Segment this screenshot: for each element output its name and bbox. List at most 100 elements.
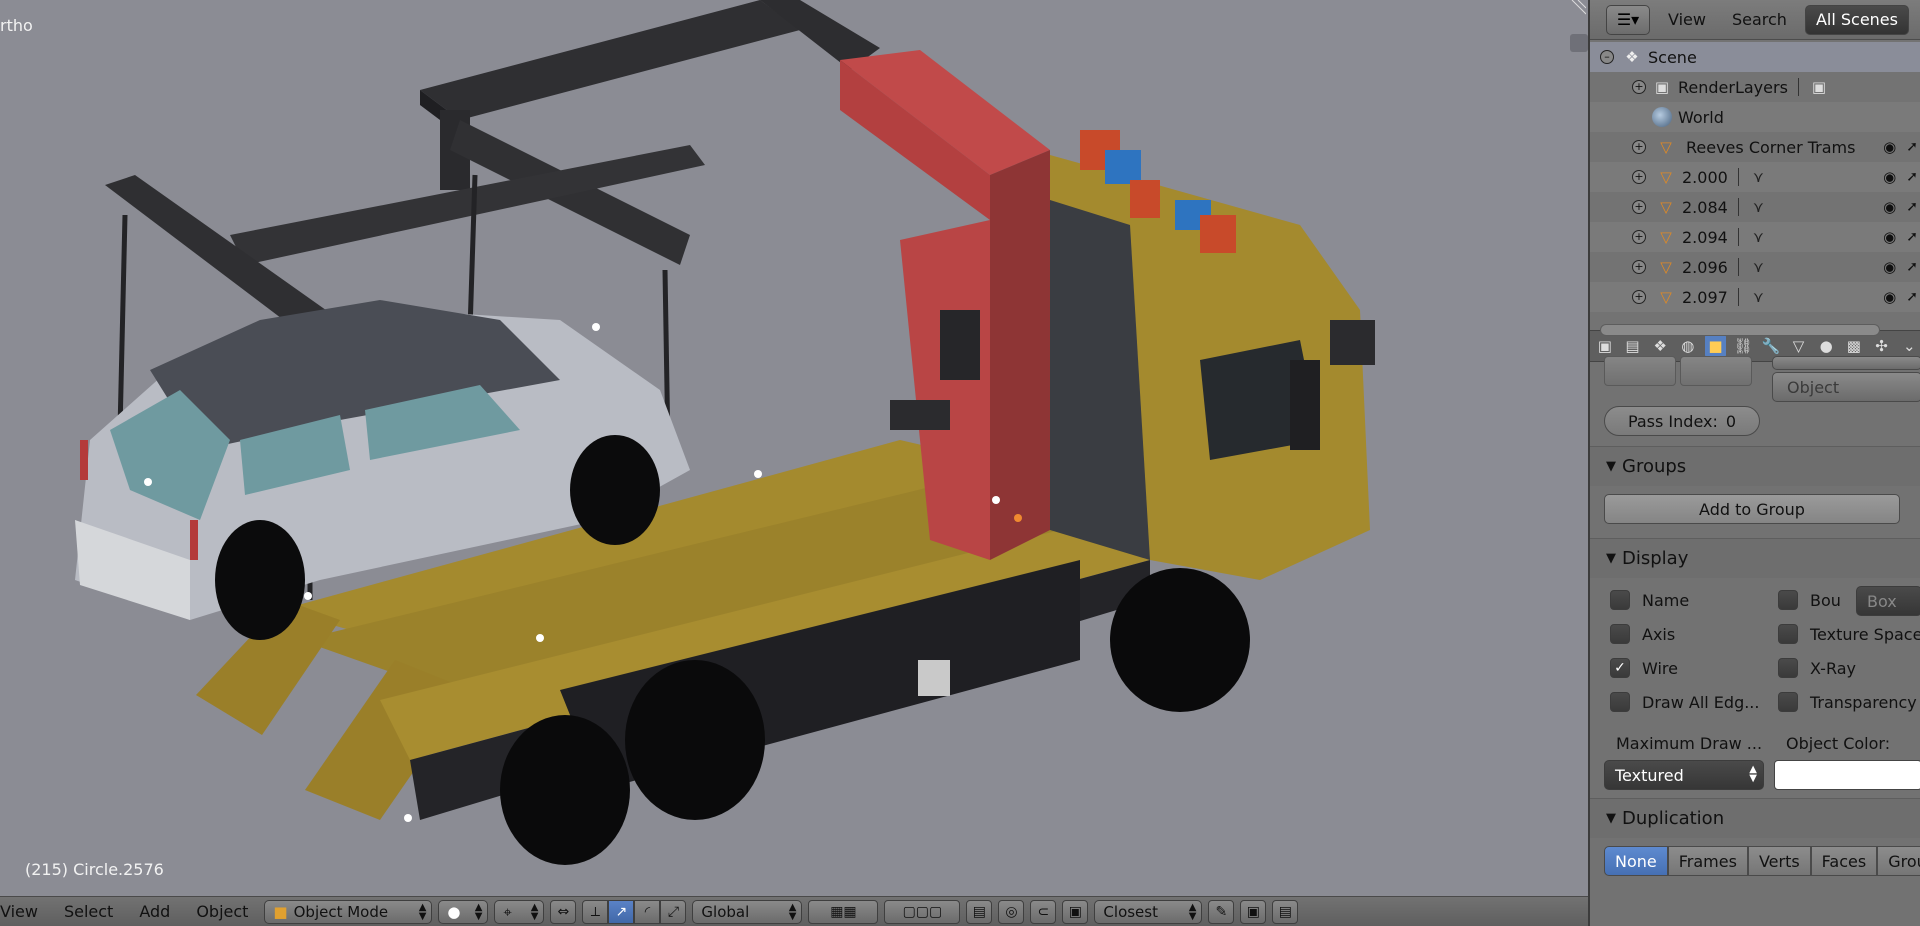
tow-truck-scene[interactable] <box>0 0 1588 896</box>
menu-object[interactable]: Object <box>186 898 258 926</box>
object-color-label: Object Color: <box>1786 734 1891 753</box>
render-opengl-icon[interactable]: ▣ <box>1240 899 1267 924</box>
duplication-verts-tab[interactable]: Verts <box>1747 846 1811 876</box>
manipulator-axes-icon[interactable]: ⟂ <box>582 899 609 924</box>
selectable-pointer-icon[interactable]: ➚ <box>1906 259 1918 275</box>
name-checkbox[interactable]: Name <box>1610 590 1689 610</box>
manipulator-toggle-icon[interactable]: ⇔ <box>550 899 577 924</box>
menu-view[interactable]: View <box>0 898 48 926</box>
checkbox-box[interactable] <box>1778 624 1798 644</box>
scale-manipulator-icon[interactable]: ⤢ <box>660 899 687 924</box>
checkbox-box[interactable] <box>1610 590 1630 610</box>
transparency-checkbox[interactable]: Transparency <box>1778 692 1917 712</box>
bounds-type-dropdown[interactable]: Box <box>1856 586 1920 616</box>
checkbox-label: Texture Space <box>1810 624 1920 644</box>
expand-icon[interactable]: + <box>1632 80 1646 94</box>
selectable-pointer-icon[interactable]: ➚ <box>1906 199 1918 215</box>
rotate-manipulator-icon[interactable]: ◜ <box>634 899 661 924</box>
toolshelf-toggle-button[interactable] <box>1570 34 1588 52</box>
expand-icon[interactable]: + <box>1632 170 1646 184</box>
outliner-row-world[interactable]: World <box>1590 102 1920 132</box>
visibility-eye-icon[interactable]: ◉ <box>1883 288 1896 306</box>
expand-icon[interactable]: + <box>1632 230 1646 244</box>
selectable-pointer-icon[interactable]: ➚ <box>1906 139 1918 155</box>
groups-panel-header[interactable]: ▼ Groups <box>1590 446 1920 486</box>
visibility-eye-icon[interactable]: ◉ <box>1883 258 1896 276</box>
outliner-row-object[interactable]: + ▽ 2.097 ⋎ ◉ ➚ <box>1590 282 1920 312</box>
separator <box>1797 78 1799 96</box>
checkbox-box[interactable] <box>1610 692 1630 712</box>
object-color-swatch[interactable] <box>1774 760 1920 790</box>
outliner-horizontal-scrollbar[interactable] <box>1600 324 1880 336</box>
object-color-swatch-dropdown[interactable] <box>1772 356 1920 370</box>
selectable-pointer-icon[interactable]: ➚ <box>1906 289 1918 305</box>
snap-element-icon[interactable]: ▣ <box>1062 899 1089 924</box>
checkbox-label: Bou <box>1810 590 1841 610</box>
texture-space-checkbox[interactable]: Texture Space <box>1778 624 1920 644</box>
outliner-menu-view[interactable]: View <box>1660 6 1714 34</box>
checkbox-box[interactable] <box>1778 692 1798 712</box>
outliner-display-mode-dropdown[interactable]: All Scenes <box>1804 4 1909 35</box>
lock-layers-icon[interactable]: ▤ <box>966 899 993 924</box>
pass-type-dropdown[interactable]: Object <box>1772 372 1920 402</box>
axis-checkbox[interactable]: Axis <box>1610 624 1675 644</box>
outliner-row-object[interactable]: + ▽ 2.094 ⋎ ◉ ➚ <box>1590 222 1920 252</box>
checkbox-box[interactable] <box>1778 658 1798 678</box>
expand-icon[interactable]: + <box>1632 140 1646 154</box>
visibility-eye-icon[interactable]: ◉ <box>1883 138 1896 156</box>
draw-all-edges-checkbox[interactable]: Draw All Edg... <box>1610 692 1759 712</box>
collapse-icon[interactable]: – <box>1600 50 1614 64</box>
pass-index-field[interactable]: Pass Index: 0 <box>1604 406 1760 436</box>
outliner-menu-search[interactable]: Search <box>1724 6 1795 34</box>
expand-icon[interactable]: + <box>1632 200 1646 214</box>
display-panel-header[interactable]: ▼ Display <box>1590 538 1920 578</box>
duplication-frames-tab[interactable]: Frames <box>1667 846 1748 876</box>
area-split-corner-icon[interactable] <box>1566 0 1586 20</box>
disclosure-triangle-icon: ▼ <box>1606 459 1616 474</box>
duplication-panel-header[interactable]: ▼ Duplication <box>1590 798 1920 838</box>
snap-target-value: Closest <box>1103 902 1158 921</box>
duplication-group-tab[interactable]: Group <box>1877 846 1920 876</box>
transform-orientation-dropdown[interactable]: Global ▲ ▼ <box>692 899 803 924</box>
duplication-faces-tab[interactable]: Faces <box>1810 846 1878 876</box>
pivot-point-dropdown[interactable]: ⌖ ▲ ▼ <box>494 899 545 924</box>
mode-dropdown[interactable]: ■ Object Mode ▲ ▼ <box>264 899 433 924</box>
outliner-row-object[interactable]: + ▽ 2.096 ⋎ ◉ ➚ <box>1590 252 1920 282</box>
viewport-shading-dropdown[interactable]: ● ▲ ▼ <box>438 899 489 924</box>
outliner-row-object[interactable]: + ▽ 2.084 ⋎ ◉ ➚ <box>1590 192 1920 222</box>
x-ray-checkbox[interactable]: X-Ray <box>1778 658 1856 678</box>
duplication-none-tab[interactable]: None <box>1604 846 1668 876</box>
selectable-pointer-icon[interactable]: ➚ <box>1906 229 1918 245</box>
menu-select[interactable]: Select <box>54 898 123 926</box>
layers-grid-1[interactable] <box>1604 356 1676 386</box>
add-to-group-button[interactable]: Add to Group <box>1604 494 1900 524</box>
translate-manipulator-icon[interactable]: ↗ <box>608 899 635 924</box>
selectable-pointer-icon[interactable]: ➚ <box>1906 169 1918 185</box>
outliner-row-renderlayers[interactable]: + ▣ RenderLayers ▣ <box>1590 72 1920 102</box>
bounds-checkbox[interactable]: Bou <box>1778 590 1841 610</box>
visibility-eye-icon[interactable]: ◉ <box>1883 228 1896 246</box>
visibility-eye-icon[interactable]: ◉ <box>1883 198 1896 216</box>
outliner-row-object[interactable]: + ▽ 2.000 ⋎ ◉ ➚ <box>1590 162 1920 192</box>
wire-checkbox[interactable]: ✓ Wire <box>1610 658 1678 678</box>
3d-viewport[interactable]: rtho (215) Circle.2576 View Select Add O… <box>0 0 1588 926</box>
expand-icon[interactable]: + <box>1632 290 1646 304</box>
scene-layers-icon[interactable]: ▦▦ <box>808 899 879 924</box>
outliner-row-object[interactable]: + ▽ Reeves Corner Trams ◉ ➚ <box>1590 132 1920 162</box>
layers-grid-2[interactable] <box>1680 356 1752 386</box>
expand-icon[interactable]: + <box>1632 260 1646 274</box>
checkmark-icon[interactable]: ✓ <box>1610 658 1630 678</box>
snap-toggle-icon[interactable]: ⊂ <box>1030 899 1057 924</box>
visibility-eye-icon[interactable]: ◉ <box>1883 168 1896 186</box>
outliner-row-scene[interactable]: – ❖ Scene <box>1590 42 1920 72</box>
layer-buttons-icon[interactable]: ▢▢▢ <box>884 899 961 924</box>
checkbox-box[interactable] <box>1610 624 1630 644</box>
render-animation-icon[interactable]: ▤ <box>1272 899 1299 924</box>
align-rotation-icon[interactable]: ✎ <box>1208 899 1235 924</box>
menu-add[interactable]: Add <box>129 898 180 926</box>
proportional-edit-icon[interactable]: ◎ <box>998 899 1025 924</box>
maximum-draw-type-dropdown[interactable]: Textured ▲ ▼ <box>1604 760 1764 790</box>
editor-type-selector[interactable]: ☰▾ <box>1606 4 1650 35</box>
checkbox-box[interactable] <box>1778 590 1798 610</box>
snap-target-dropdown[interactable]: Closest ▲ ▼ <box>1094 899 1203 924</box>
